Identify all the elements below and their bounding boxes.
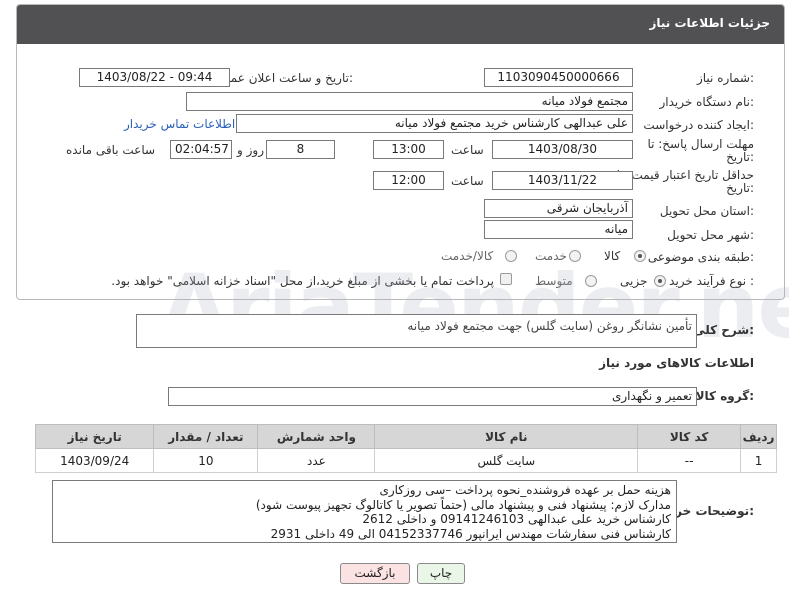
col-row-header: ردیف [740, 424, 777, 449]
remaining-time-field: 02:04:57 [170, 140, 232, 159]
days-label: روز و [237, 143, 264, 157]
creator-field: علی عبدالهی کارشناس خرید مجتمع فولاد میا… [236, 114, 633, 133]
buyer-org-label: نام دستگاه خریدار: [659, 95, 755, 109]
back-button[interactable]: بازگشت [340, 563, 410, 584]
goods-info-title: اطلاعات کالاهای مورد نیاز [599, 356, 754, 370]
cell-row: 1 [740, 448, 777, 473]
goods-table: ردیف کد کالا نام کالا واحد شمارش تعداد /… [34, 424, 777, 473]
print-button[interactable]: چاپ [417, 563, 465, 584]
cell-unit: عدد [257, 448, 376, 473]
reply-deadline-label: مهلت ارسال پاسخ: تا [647, 137, 754, 151]
panel-title: جزئیات اطلاعات نیاز [649, 16, 770, 30]
buyer-contact-link[interactable]: اطلاعات تماس خریدار [124, 117, 235, 131]
buyer-note-line: مدارک لازم: پیشنهاد فنی و پیشنهاد مالی (… [255, 497, 671, 512]
remaining-time-label: ساعت باقی مانده [66, 143, 156, 157]
price-validity-label: حداقل تاریخ اعتبار قیمت: تا [616, 168, 754, 182]
goods-group-field: تعمیر و نگهداری [168, 387, 697, 406]
buyer-note-line: هزینه حمل بر عهده فروشنده_نحوه پرداخت –س… [379, 483, 671, 497]
province-label: استان محل تحویل: [659, 204, 754, 218]
goods-table-header-row: ردیف کد کالا نام کالا واحد شمارش تعداد /… [34, 424, 777, 449]
reply-date-field: 1403/08/30 [492, 140, 633, 159]
buyer-note-line: کارشناس خرید علی عبدالهی 09141246103 و د… [362, 512, 671, 526]
price-time-field: 12:00 [373, 171, 444, 190]
summary-textarea: تأمین نشانگر روغن (سایت گلس) جهت مجتمع ف… [136, 314, 697, 348]
cell-name: سایت گلس [374, 448, 639, 473]
province-field: آذربایجان شرقی [484, 199, 633, 218]
panel-header: جزئیات اطلاعات نیاز [17, 5, 784, 44]
reply-time-field: 13:00 [373, 140, 444, 159]
cell-code: -- [637, 448, 742, 473]
buyer-notes-textarea: هزینه حمل بر عهده فروشنده_نحوه پرداخت –س… [52, 480, 677, 543]
table-row: 1 -- سایت گلس عدد 10 1403/09/24 [34, 448, 777, 473]
cell-quantity: 10 [153, 448, 259, 473]
col-quantity-header: تعداد / مقدار [153, 424, 259, 449]
need-number-field: 1103090450000666 [484, 68, 633, 87]
price-validity-date-label: تاریخ: [726, 181, 754, 195]
buyer-note-line: کارشناس فنی سفارشات مهندس ایرانپور 04152… [270, 526, 671, 541]
price-time-label: ساعت [451, 174, 484, 188]
col-unit-header: واحد شمارش [257, 424, 376, 449]
creator-label: ایجاد کننده درخواست: [643, 118, 754, 132]
cell-date: 1403/09/24 [34, 448, 155, 473]
remaining-days-field: 8 [266, 140, 335, 159]
goods-group-label: گروه کالا: [695, 389, 754, 403]
price-validity-date-field: 1403/11/22 [492, 171, 633, 190]
buyer-org-field: مجتمع فولاد میانه [186, 92, 633, 111]
col-name-header: نام کالا [374, 424, 639, 449]
city-field: میانه [484, 220, 633, 239]
reply-deadline-date-label: تاریخ: [726, 150, 754, 164]
announce-datetime-field: 1403/08/22 - 09:44 [79, 68, 230, 87]
reply-time-label: ساعت [451, 143, 484, 157]
city-label: شهر محل تحویل: [667, 228, 754, 242]
need-number-label: شماره نیاز: [696, 71, 754, 85]
col-code-header: کد کالا [637, 424, 742, 449]
col-date-header: تاریخ نیاز [34, 424, 155, 449]
